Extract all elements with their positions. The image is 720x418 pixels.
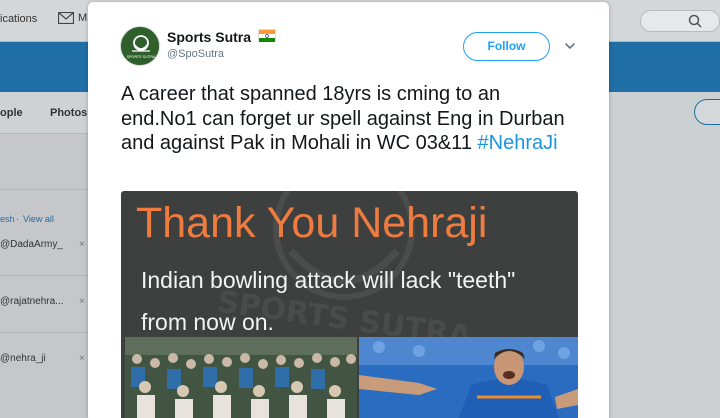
nav-messages-label: M (78, 12, 88, 24)
chevron-down-icon[interactable] (563, 39, 577, 53)
author-handle[interactable]: @SpoSutra (167, 48, 224, 60)
sidebar-user-1[interactable]: @DadaArmy_ (0, 239, 63, 250)
tweet-text: A career that spanned 18yrs is cming to … (121, 82, 571, 156)
background-sidebar (0, 134, 88, 418)
tab-people[interactable]: ople (0, 107, 23, 119)
crowd-photo (125, 337, 357, 418)
background-profile-button[interactable] (694, 99, 720, 125)
sidebar-divider (0, 275, 88, 276)
tweet-media-image[interactable]: SPORTS SUTRA Thank You Nehraji Indian bo… (121, 191, 578, 418)
hashtag-link[interactable]: #NehraJi (478, 132, 558, 154)
media-subtitle-line2: from now on. (141, 309, 274, 335)
dismiss-icon[interactable]: × (79, 239, 85, 250)
sidebar-link-separator: · (16, 214, 19, 224)
mail-icon (58, 12, 74, 24)
nav-notifications[interactable]: ications (0, 13, 37, 25)
player-photo (359, 337, 578, 418)
sidebar-user-3[interactable]: @nehra_ji (0, 353, 46, 364)
background-search-box[interactable] (640, 10, 720, 32)
flag-india-icon (258, 29, 276, 42)
sidebar-view-all-link[interactable]: View all (23, 214, 54, 224)
follow-button[interactable]: Follow (463, 32, 550, 61)
media-subtitle-line1: Indian bowling attack will lack "teeth" (141, 267, 516, 293)
nav-messages[interactable]: M (58, 12, 87, 24)
avatar-text: SPORTS SUTRA (127, 54, 156, 59)
sidebar-divider (0, 332, 88, 333)
sports-sutra-logo: SPORTS SUTRA (121, 27, 159, 65)
author-display-name[interactable]: Sports Sutra (167, 29, 251, 45)
background-right-panel (609, 92, 720, 418)
tab-photos[interactable]: Photos (50, 107, 87, 119)
sidebar-refresh-link[interactable]: esh (0, 214, 15, 224)
sidebar-divider (0, 189, 88, 190)
sidebar-user-2[interactable]: @rajatnehra... (0, 296, 64, 307)
dismiss-icon[interactable]: × (79, 296, 85, 307)
dismiss-icon[interactable]: × (79, 353, 85, 364)
search-icon (688, 14, 702, 28)
avatar[interactable]: SPORTS SUTRA (120, 26, 160, 66)
media-title: Thank You Nehraji (136, 199, 488, 247)
